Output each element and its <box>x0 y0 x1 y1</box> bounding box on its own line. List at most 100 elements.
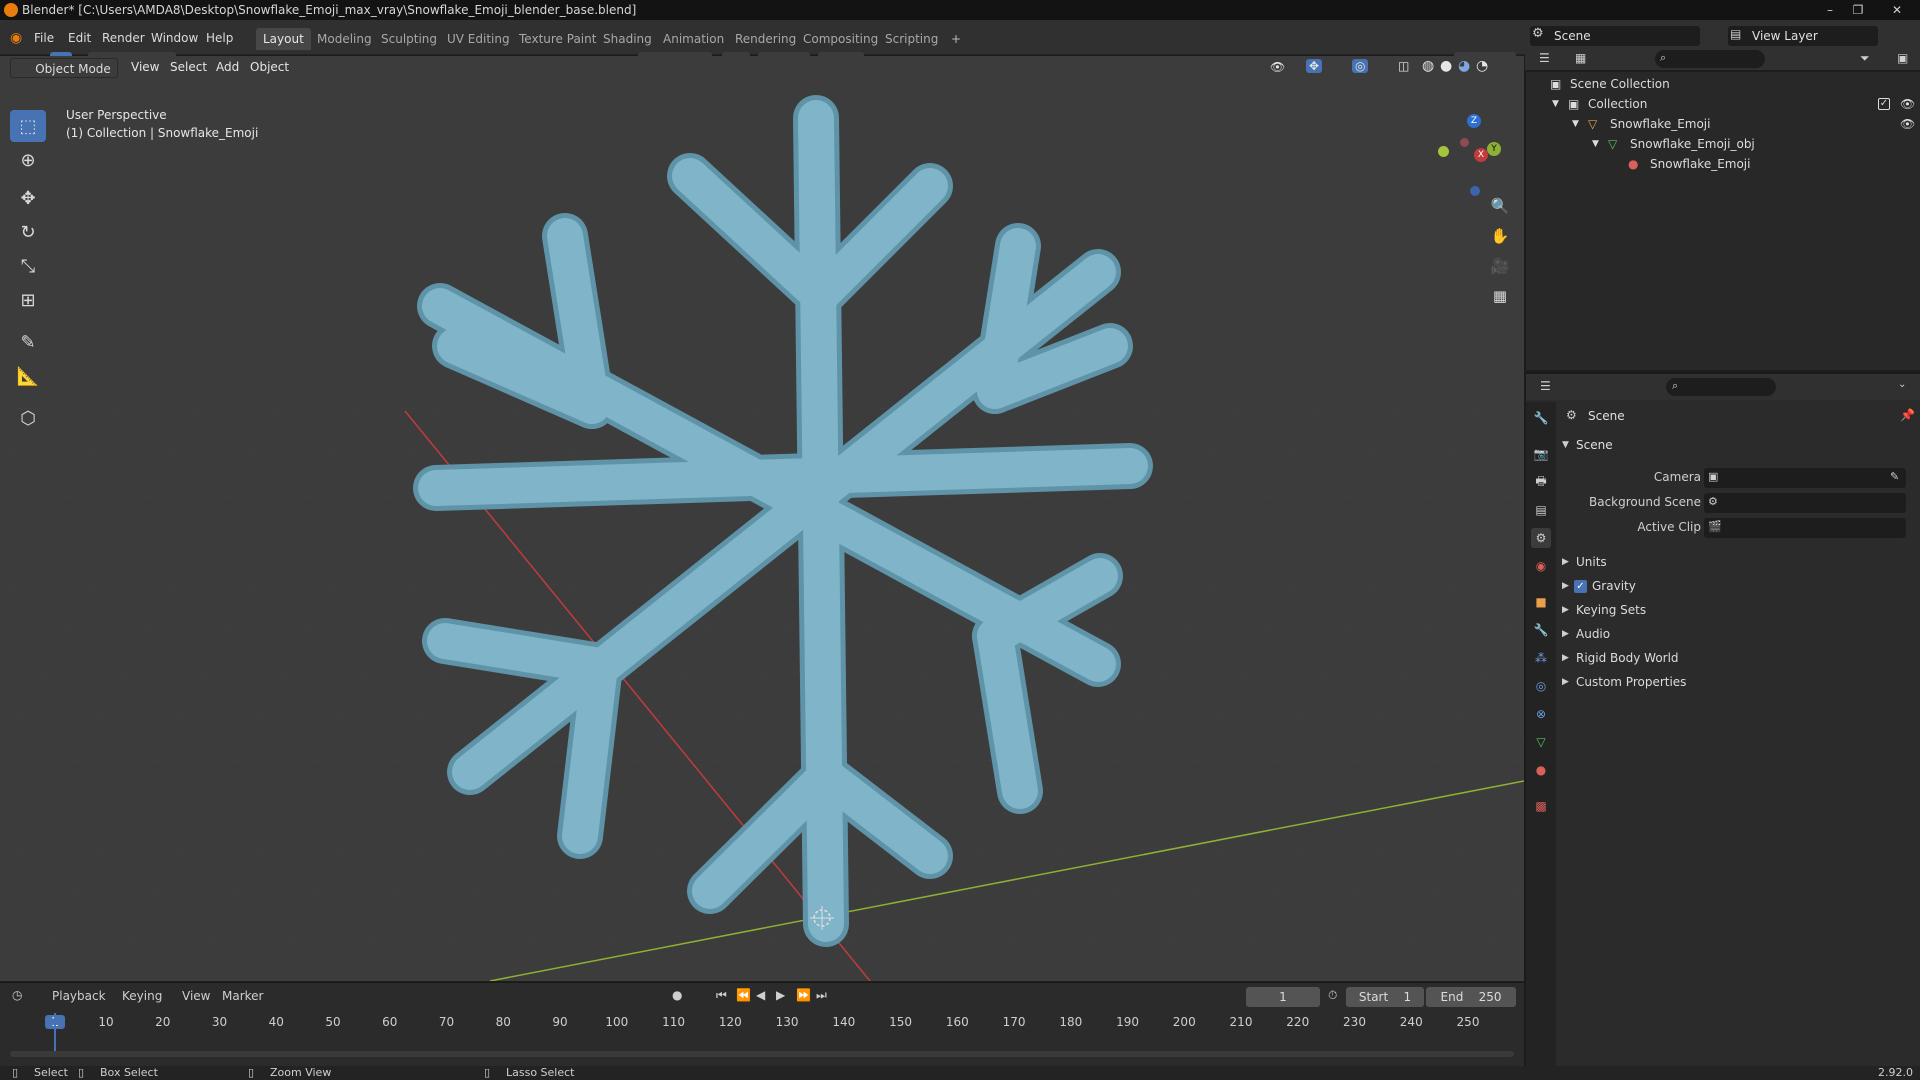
gizmo-z-axis[interactable]: Z <box>1467 114 1481 128</box>
expand-arrow-icon[interactable]: ▼ <box>1552 94 1559 114</box>
frame-ruler[interactable]: 1102030405060708090100110120130140150160… <box>0 983 1524 1043</box>
maximize-button[interactable]: ❐ <box>1846 0 1870 20</box>
panel-keying-sets[interactable]: Keying Sets <box>1576 603 1646 617</box>
outliner-row[interactable]: ▼ ▽ Snowflake_Emoji 👁 <box>1526 114 1920 134</box>
panel-gravity[interactable]: Gravity <box>1592 579 1636 593</box>
measure-tool-icon[interactable]: 📐 <box>10 360 46 392</box>
menu-render[interactable]: Render <box>96 28 151 48</box>
object-mode-dropdown[interactable]: Object Mode <box>10 58 118 78</box>
outliner-search-input[interactable] <box>1655 50 1765 68</box>
background-scene-field[interactable] <box>1704 493 1906 513</box>
tab-layout[interactable]: Layout <box>256 28 311 50</box>
overlay-toggle-icon[interactable]: ◎ <box>1352 59 1369 73</box>
pan-hand-icon[interactable]: ✋ <box>1486 222 1514 250</box>
material-tab-icon[interactable]: ● <box>1531 760 1551 780</box>
select-box-tool-icon[interactable]: ⬚ <box>10 110 46 142</box>
camera-field[interactable] <box>1704 468 1906 488</box>
gizmo-x-axis[interactable]: X <box>1474 148 1488 162</box>
panel-rigid-body-world[interactable]: Rigid Body World <box>1576 651 1679 665</box>
eyedropper-icon[interactable]: ✎ <box>1890 470 1899 483</box>
expand-arrow-icon[interactable]: ▼ <box>1572 114 1579 134</box>
move-tool-icon[interactable]: ✥ <box>10 182 46 214</box>
chevron-down-icon[interactable]: ⌄ <box>1898 379 1906 390</box>
rotate-tool-icon[interactable]: ↻ <box>10 216 46 248</box>
tab-texture-paint[interactable]: Texture Paint <box>512 28 603 50</box>
expand-arrow-icon[interactable]: ▼ <box>1562 440 1569 450</box>
properties-search-input[interactable] <box>1666 378 1776 396</box>
exclude-checkbox[interactable]: ✓ <box>1878 98 1890 110</box>
blender-menu-icon[interactable]: ◉ <box>10 30 22 46</box>
gizmo-neg-y-axis[interactable] <box>1438 146 1449 157</box>
gizmo-toggle-icon[interactable]: ✥ <box>1306 59 1323 73</box>
gizmo-y-axis[interactable]: Y <box>1487 142 1501 156</box>
constraints-tab-icon[interactable]: ⊗ <box>1531 704 1551 724</box>
close-button[interactable]: ✕ <box>1880 0 1914 20</box>
scale-tool-icon[interactable]: ⤡ <box>10 250 46 282</box>
timeline-scrollbar[interactable] <box>10 1051 1514 1057</box>
panel-units[interactable]: Units <box>1576 555 1607 569</box>
xray-icon[interactable]: ◫ <box>1398 59 1409 73</box>
expand-arrow-icon[interactable]: ▶ <box>1562 653 1569 663</box>
menu-help[interactable]: Help <box>200 28 239 48</box>
shading-solid-icon[interactable]: ● <box>1440 58 1452 74</box>
texture-tab-icon[interactable]: ▩ <box>1531 796 1551 816</box>
outliner-row[interactable]: ▼ ▽ Snowflake_Emoji_obj <box>1526 134 1920 154</box>
expand-arrow-icon[interactable]: ▶ <box>1562 581 1569 591</box>
add-cube-tool-icon[interactable]: ⬡ <box>10 402 46 434</box>
camera-view-icon[interactable]: 🎥 <box>1486 252 1514 280</box>
filter-icon[interactable]: ⏷ <box>1860 51 1870 66</box>
expand-arrow-icon[interactable]: ▶ <box>1562 677 1569 687</box>
modifier-tab-icon[interactable]: 🔧 <box>1531 620 1551 640</box>
world-tab-icon[interactable]: ◉ <box>1531 556 1551 576</box>
tab-modeling[interactable]: Modeling <box>310 28 379 50</box>
properties-editor-icon[interactable]: ☰ <box>1540 379 1551 393</box>
gizmo-neg-z-axis[interactable] <box>1470 186 1480 196</box>
transform-tool-icon[interactable]: ⊞ <box>10 284 46 316</box>
viewport-canvas[interactable] <box>0 56 1524 981</box>
tab-uv-editing[interactable]: UV Editing <box>440 28 517 50</box>
perspective-grid-icon[interactable]: ▦ <box>1486 282 1514 310</box>
data-tab-icon[interactable]: ▽ <box>1531 732 1551 752</box>
menu-edit[interactable]: Edit <box>62 28 97 48</box>
tab-compositing[interactable]: Compositing <box>796 28 885 50</box>
minimize-button[interactable]: – <box>1818 0 1842 20</box>
expand-arrow-icon[interactable]: ▼ <box>1592 134 1599 154</box>
gizmo-neg-x-axis[interactable] <box>1460 138 1469 147</box>
pin-icon[interactable]: 📌 <box>1900 408 1915 422</box>
tab-scripting[interactable]: Scripting <box>878 28 945 50</box>
tab-sculpting[interactable]: Sculpting <box>374 28 444 50</box>
3d-viewport[interactable]: Object Mode View Select Add Object 👁 ✥ ◎… <box>0 56 1524 981</box>
outliner-row[interactable]: ▼ ▣ Collection ✓ 👁 <box>1526 94 1920 114</box>
eye-icon[interactable]: 👁 <box>1900 114 1915 134</box>
outliner-row[interactable]: ● Snowflake_Emoji <box>1526 154 1920 174</box>
expand-arrow-icon[interactable]: ▶ <box>1562 605 1569 615</box>
expand-arrow-icon[interactable]: ▶ <box>1562 629 1569 639</box>
tab-animation[interactable]: Animation <box>656 28 731 50</box>
navigation-gizmo[interactable]: Z Y X <box>1430 110 1510 200</box>
playhead[interactable] <box>54 1013 56 1055</box>
panel-audio[interactable]: Audio <box>1576 627 1610 641</box>
tab-shading[interactable]: Shading <box>596 28 659 50</box>
expand-arrow-icon[interactable]: ▶ <box>1562 557 1569 567</box>
outliner-row[interactable]: ▣ Scene Collection <box>1526 74 1920 94</box>
scene-selector[interactable]: Scene <box>1530 26 1700 46</box>
active-clip-field[interactable] <box>1704 518 1906 538</box>
shading-material-icon[interactable]: ◕ <box>1458 58 1470 74</box>
viewport-menu-view[interactable]: View <box>131 60 159 74</box>
particles-tab-icon[interactable]: ⁂ <box>1531 648 1551 668</box>
object-tab-icon[interactable]: ■ <box>1531 592 1551 612</box>
zoom-icon[interactable]: 🔍 <box>1486 192 1514 220</box>
render-tab-icon[interactable]: 📷 <box>1531 444 1551 464</box>
panel-custom-properties[interactable]: Custom Properties <box>1576 675 1686 689</box>
view-layer-selector[interactable]: View Layer <box>1728 26 1878 46</box>
cursor-tool-icon[interactable]: ⊕ <box>10 144 46 176</box>
shading-wireframe-icon[interactable]: ◍ <box>1422 58 1434 74</box>
new-collection-icon[interactable]: ▣ <box>1897 51 1908 65</box>
viewport-menu-add[interactable]: Add <box>216 60 239 74</box>
annotate-tool-icon[interactable]: ✎ <box>10 326 46 358</box>
add-workspace-button[interactable]: + <box>944 28 968 50</box>
tab-rendering[interactable]: Rendering <box>728 28 803 50</box>
eye-icon[interactable]: 👁 <box>1900 94 1915 114</box>
viewport-menu-select[interactable]: Select <box>170 60 207 74</box>
shading-rendered-icon[interactable]: ◔ <box>1476 58 1488 74</box>
